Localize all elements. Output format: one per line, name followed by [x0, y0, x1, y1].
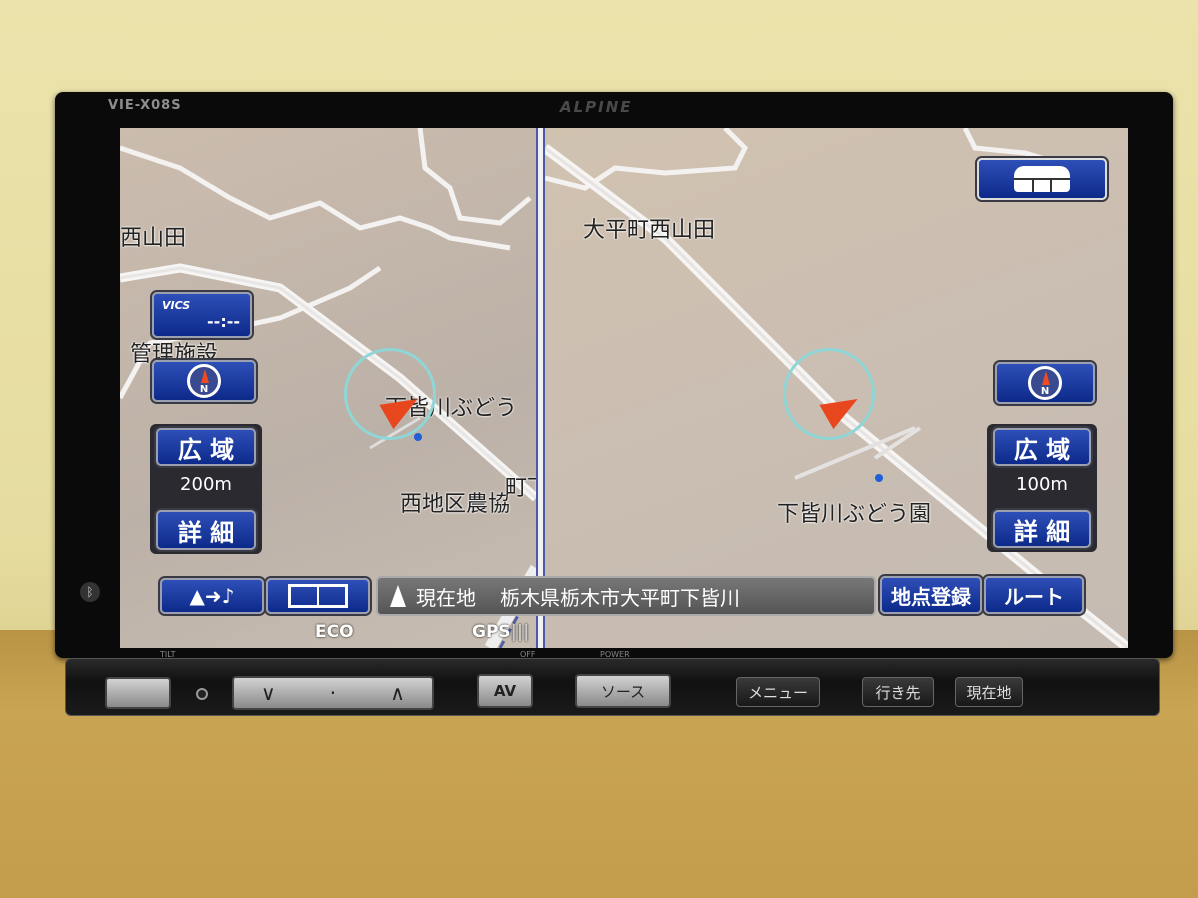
volume-rocker[interactable]: ∨ · ∧	[232, 676, 434, 710]
gps-dot	[875, 474, 883, 482]
map-label: 町下皆川	[505, 476, 536, 501]
split-screen-button[interactable]	[266, 578, 370, 614]
compass-north-icon: N	[1028, 366, 1062, 400]
zoom-in-button[interactable]: 詳 細	[993, 510, 1091, 548]
model-label: VIE-X08S	[108, 98, 182, 113]
map-label: 下皆川ぶどう園	[777, 502, 932, 527]
split-screen-icon	[288, 584, 348, 608]
map-label: 西山田	[120, 226, 187, 251]
current-location-bar[interactable]: 現在地 栃木県栃木市大平町下皆川	[376, 576, 876, 616]
av-button[interactable]: AV	[477, 674, 533, 708]
map-label: 大平町西山田	[583, 218, 716, 243]
lane-guide-icon	[1014, 166, 1070, 192]
vics-button[interactable]: VICS --:--	[152, 292, 252, 338]
position-accuracy-circle	[344, 348, 436, 440]
bluetooth-icon: ᛒ	[80, 582, 100, 602]
address-text: 栃木県栃木市大平町下皆川	[500, 585, 740, 610]
gps-signal-icon: |||	[510, 622, 530, 642]
destination-button[interactable]: 行き先	[862, 677, 934, 707]
current-location-label: 現在地	[416, 585, 476, 610]
vics-time: --:--	[207, 312, 240, 331]
nav-audio-button[interactable]: ▲➜♪	[160, 578, 264, 614]
compass-button[interactable]: N	[995, 362, 1095, 404]
zoom-out-button[interactable]: 広 域	[993, 428, 1091, 466]
lane-view-button[interactable]	[977, 158, 1107, 200]
menu-button[interactable]: メニュー	[736, 677, 820, 707]
right-map[interactable]: 大平町西山田 下皆川ぶどう園 N 広 域 100m 詳 細	[545, 128, 1128, 648]
split-divider	[536, 128, 545, 648]
source-button[interactable]: ソース	[575, 674, 671, 708]
center-dot: ·	[329, 681, 337, 705]
compass-button[interactable]: N	[152, 360, 256, 402]
vics-logo: VICS	[162, 299, 191, 312]
map-label: 西地区農協	[400, 492, 511, 517]
location-arrow-icon	[390, 585, 406, 607]
current-location-hw-button[interactable]: 現在地	[955, 677, 1023, 707]
mic-icon	[196, 688, 208, 700]
scale-label: 200m	[180, 474, 232, 495]
scale-label: 100m	[1016, 474, 1068, 495]
brand-logo: ALPINE	[560, 98, 633, 116]
route-button[interactable]: ルート	[984, 576, 1084, 614]
gps-label: GPS	[472, 622, 511, 642]
nav-screen: 西山田 管理施設 下皆川ぶどう 西地区農協 町下皆川 VICS --:-- N …	[120, 128, 1128, 648]
gps-indicator: GPS|||	[472, 622, 529, 642]
eco-indicator: ECO	[315, 622, 354, 642]
volume-up-icon[interactable]: ∧	[390, 681, 405, 705]
tilt-button[interactable]	[105, 677, 171, 709]
compass-north-icon: N	[187, 364, 221, 398]
volume-down-icon[interactable]: ∨	[261, 681, 276, 705]
left-map[interactable]: 西山田 管理施設 下皆川ぶどう 西地区農協 町下皆川 VICS --:-- N …	[120, 128, 536, 648]
register-point-button[interactable]: 地点登録	[880, 576, 982, 614]
zoom-in-button[interactable]: 詳 細	[156, 510, 256, 550]
position-accuracy-circle	[783, 348, 875, 440]
gps-dot	[414, 433, 422, 441]
zoom-out-button[interactable]: 広 域	[156, 428, 256, 466]
